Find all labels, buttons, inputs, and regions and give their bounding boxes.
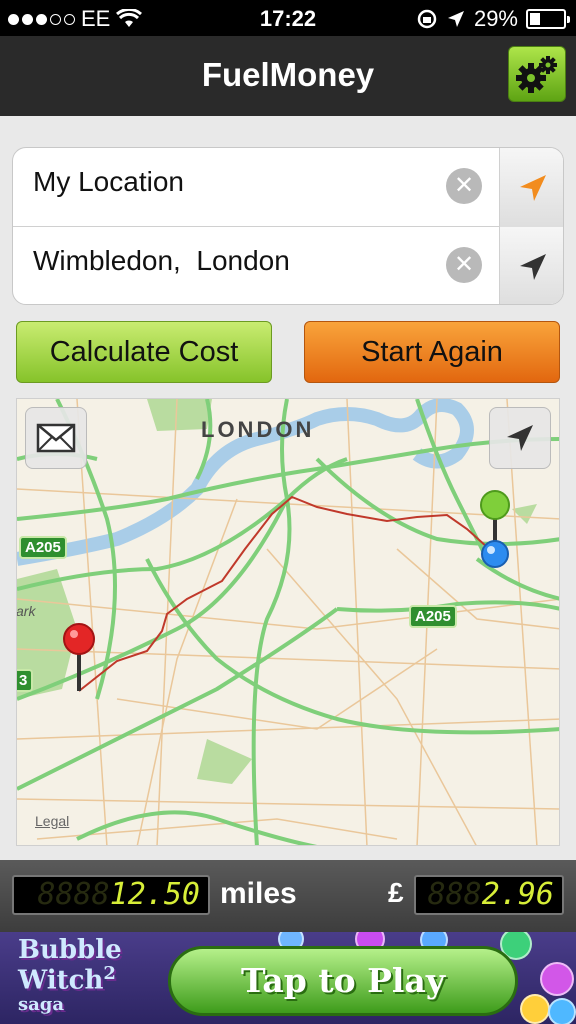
location-arrow-icon — [507, 425, 533, 451]
city-label: LONDON — [201, 417, 315, 442]
calculate-cost-button[interactable]: Calculate Cost — [16, 321, 272, 383]
destination-row: ✕ — [13, 227, 563, 304]
distance-units: miles — [220, 877, 297, 910]
battery-icon — [526, 9, 570, 29]
ad-banner[interactable]: Bubble Witch2 saga Tap to Play — [0, 932, 576, 1024]
location-services-icon — [447, 11, 464, 27]
destination-locate-button[interactable] — [499, 227, 563, 304]
close-icon: ✕ — [453, 251, 475, 278]
destination-clear-button[interactable]: ✕ — [446, 247, 482, 283]
distance-value: 12.50 — [109, 877, 200, 912]
origin-locate-button[interactable] — [499, 148, 563, 227]
tap-to-play-button[interactable]: Tap to Play — [168, 946, 518, 1016]
location-arrow-icon — [519, 253, 546, 280]
bubble-graphic — [520, 994, 550, 1024]
location-arrow-icon — [519, 174, 546, 201]
close-icon: ✕ — [453, 172, 475, 199]
rotation-lock-icon — [417, 9, 437, 29]
share-email-button[interactable] — [25, 407, 87, 469]
cost-value: 2.96 — [481, 877, 554, 912]
status-bar: EE 17:22 29% — [0, 0, 576, 36]
brand-sup: 2 — [103, 963, 116, 984]
origin-row: ✕ — [13, 148, 563, 227]
app-title: FuelMoney — [201, 56, 375, 93]
bubble-graphic — [548, 998, 576, 1024]
lcd-ghost-digits: 888 — [427, 877, 482, 912]
legal-link[interactable]: Legal — [35, 813, 69, 829]
start-again-button[interactable]: Start Again — [304, 321, 560, 383]
navigation-bar: FuelMoney — [0, 36, 576, 116]
road-label: A205 — [19, 536, 67, 559]
map-tiles — [17, 399, 559, 845]
bubble-graphic — [540, 962, 574, 996]
road-label: A205 — [409, 605, 457, 628]
envelope-icon — [36, 423, 76, 453]
brand-line: Bubble — [18, 935, 122, 965]
brand-line: Witch — [18, 965, 104, 996]
destination-field[interactable] — [33, 245, 433, 277]
lcd-ghost-digits: 8888 — [37, 877, 110, 912]
map-locate-button[interactable] — [489, 407, 551, 469]
battery-percent: 29% — [473, 6, 518, 31]
ad-brand-logo: Bubble Witch2 saga — [18, 935, 158, 1017]
park-label: ark — [16, 603, 36, 619]
gear-icon — [516, 56, 557, 93]
cost-display: 8882.96 — [414, 875, 564, 915]
brand-line: saga — [18, 993, 65, 1015]
origin-clear-button[interactable]: ✕ — [446, 168, 482, 204]
distance-display: 888812.50 — [12, 875, 210, 915]
status-right: 29% — [416, 6, 570, 32]
origin-field[interactable] — [33, 166, 433, 198]
road-label: 3 — [17, 669, 34, 692]
route-map[interactable]: LONDON A205 A205 ark 3 Legal — [16, 398, 560, 846]
readout-bar: 888812.50 miles £ 8882.96 — [0, 860, 576, 932]
route-inputs: ✕ ✕ — [12, 147, 564, 305]
settings-button[interactable] — [508, 46, 566, 102]
brand-line-witch: Witch2 — [18, 962, 158, 996]
currency-symbol: £ — [388, 877, 404, 908]
